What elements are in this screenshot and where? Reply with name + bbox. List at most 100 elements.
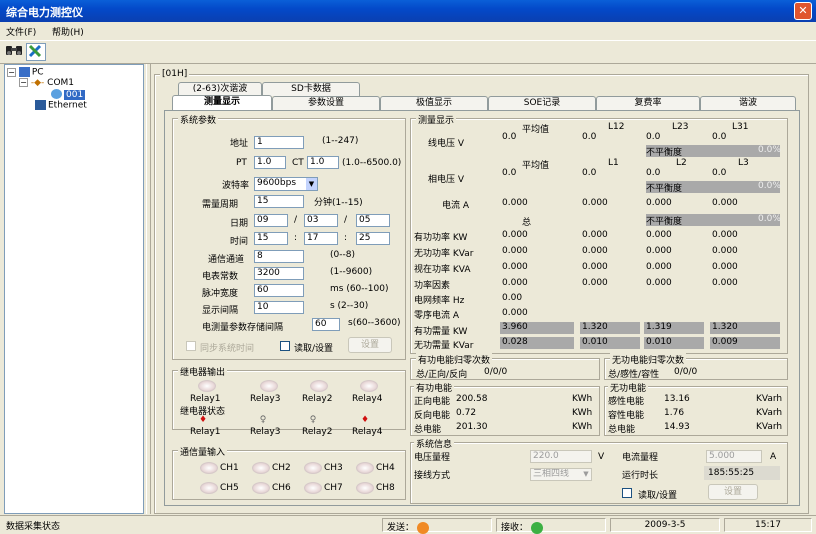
disp-label: 显示间隔 [202, 306, 239, 316]
meter-const-field[interactable]: 3200 [254, 267, 304, 280]
power-value: 0.000 [712, 278, 738, 288]
bulb-on-icon: ♦ [198, 415, 208, 425]
tab-harmonic-2-63[interactable]: (2-63)次谐波 [178, 82, 262, 96]
p-energy-value: 200.58 [456, 394, 488, 404]
tab-harmonic[interactable]: 谐波 [700, 96, 796, 110]
tree-label-com1: COM1 [47, 78, 75, 88]
date-year-field[interactable]: 09 [254, 214, 288, 227]
sync-label: 同步系统时间 [200, 344, 255, 354]
demand-p-value: 1.320 [712, 322, 738, 332]
zero-current-label: 零序电流 A [414, 311, 460, 321]
tab-measure[interactable]: 测量显示 [172, 95, 272, 110]
demand-field[interactable]: 15 [254, 195, 304, 208]
time-second-field[interactable]: 25 [356, 232, 390, 245]
p-energy-value: 0.72 [456, 408, 477, 418]
binoculars-icon[interactable] [4, 43, 24, 61]
pt-field[interactable]: 1.0 [254, 156, 286, 169]
col-header: 平均值 [522, 161, 550, 171]
device-icon [51, 89, 62, 99]
tab-soe[interactable]: SOE记录 [488, 96, 596, 110]
p-energy-unit: KWh [572, 394, 593, 404]
tree-node-device[interactable]: 001 [51, 89, 86, 100]
sysinfo-rw-checkbox[interactable] [622, 488, 632, 498]
rw-checkbox[interactable] [280, 341, 290, 351]
disp-range: s (2--30) [330, 301, 369, 311]
splitter[interactable] [146, 64, 151, 514]
tab-extreme[interactable]: 极值显示 [380, 96, 488, 110]
menu-file[interactable]: 文件(F) [6, 25, 36, 38]
p-reset-label: 总/正向/反向 [416, 370, 468, 380]
phase-v-value: 0.0 [582, 168, 597, 178]
addr-label: 地址 [230, 139, 249, 149]
port-icon: -◆- [30, 78, 45, 88]
time-hour-field[interactable]: 15 [254, 232, 288, 245]
disp-field[interactable]: 10 [254, 301, 304, 314]
col-header: L23 [672, 122, 689, 132]
p-energy-title: 有功电能 [414, 381, 455, 394]
addr-field[interactable]: 1 [254, 136, 304, 149]
tree-node-pc[interactable]: − PC [7, 67, 44, 78]
close-button[interactable]: ✕ [794, 2, 812, 20]
q-energy-unit: KVarh [756, 422, 783, 432]
tree-collapse-icon[interactable]: − [19, 78, 28, 87]
time-label: 时间 [230, 237, 249, 247]
power-value: 0.000 [712, 262, 738, 272]
device-frame-label: [01H] [160, 69, 190, 79]
demand-q-value: 0.009 [712, 337, 738, 347]
col-header: L2 [676, 158, 687, 168]
bulb-off-icon: ♀ [309, 415, 317, 425]
zero-current-value: 0.000 [502, 308, 528, 318]
relay-out-led [360, 380, 378, 392]
status-text: 数据采集状态 [6, 522, 61, 532]
set-button[interactable]: 设置 [348, 337, 392, 353]
col-header: L3 [738, 158, 749, 168]
pulse-field[interactable]: 60 [254, 284, 304, 297]
tree-collapse-icon[interactable]: − [7, 67, 16, 77]
tools-icon[interactable] [26, 43, 46, 61]
rw-label: 读取/设置 [294, 344, 334, 354]
tab-params[interactable]: 参数设置 [272, 96, 380, 110]
store-field[interactable]: 60 [312, 318, 340, 331]
col-header: L12 [608, 122, 625, 132]
power-value: 0.000 [646, 230, 672, 240]
power-value: 0.000 [646, 262, 672, 272]
p-energy-label: 反向电能 [414, 411, 451, 421]
sync-checkbox[interactable] [186, 341, 196, 351]
chevron-down-icon[interactable]: ▼ [581, 469, 591, 480]
relay-out-led [260, 380, 278, 392]
bulb-off-icon: ♀ [259, 415, 267, 425]
demand-q-value: 0.010 [646, 337, 672, 347]
vrange-field[interactable]: 220.0 [530, 450, 592, 463]
sys-params-title: 系统参数 [178, 113, 219, 126]
tree-node-ethernet[interactable]: Ethernet [35, 100, 87, 111]
line-v-value: 0.0 [502, 132, 517, 142]
baud-select[interactable]: 9600bps ▼ [254, 177, 318, 191]
ct-field[interactable]: 1.0 [307, 156, 339, 169]
time-minute-field[interactable]: 17 [304, 232, 338, 245]
chevron-down-icon[interactable]: ▼ [306, 178, 317, 190]
tab-tariff[interactable]: 复费率 [596, 96, 700, 110]
channel-field[interactable]: 8 [254, 250, 304, 263]
q-energy-label: 感性电能 [608, 397, 645, 407]
date-day-field[interactable]: 05 [356, 214, 390, 227]
relay-out-label: Relay1 [190, 394, 221, 404]
toolbar [0, 40, 816, 64]
phase-v-label: 相电压 V [428, 175, 465, 185]
sysinfo-set-button[interactable]: 设置 [708, 484, 758, 500]
tree-node-com1[interactable]: − -◆- COM1 [19, 78, 74, 88]
wiring-select[interactable]: 三相四线 ▼ [530, 468, 592, 481]
irange-field[interactable]: 5.000 [706, 450, 762, 463]
tree-label-ethernet: Ethernet [48, 100, 87, 111]
store-label: 电测量参数存储间隔 [202, 323, 284, 333]
freq-value: 0.00 [502, 293, 523, 303]
q-energy-value: 14.93 [664, 422, 690, 432]
window-title: 综合电力测控仪 [6, 6, 83, 19]
current-value: 0.000 [582, 198, 608, 208]
ethernet-icon [35, 100, 46, 110]
q-energy-label: 容性电能 [608, 411, 645, 421]
menu-help[interactable]: 帮助(H) [52, 25, 84, 38]
tab-sd-card[interactable]: SD卡数据 [262, 82, 360, 96]
meter-const-range: (1--9600) [330, 267, 373, 277]
unbalance-value: 0.0% [758, 181, 781, 191]
date-month-field[interactable]: 03 [304, 214, 338, 227]
